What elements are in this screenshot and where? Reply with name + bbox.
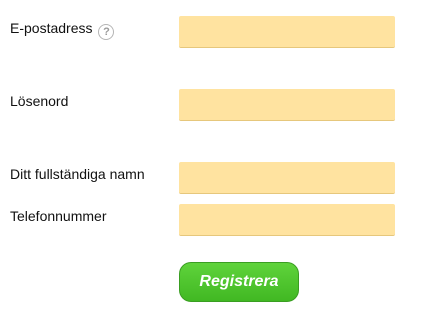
email-row-label: E-postadress? (10, 20, 115, 40)
full-name-field[interactable] (179, 162, 395, 194)
password-label: Lösenord (10, 93, 69, 109)
email-field[interactable] (179, 16, 395, 48)
register-button[interactable]: Registrera (179, 262, 299, 302)
full-name-label: Ditt fullständiga namn (10, 166, 145, 182)
password-field[interactable] (179, 89, 395, 121)
phone-field[interactable] (179, 204, 395, 236)
help-icon[interactable]: ? (98, 24, 115, 40)
email-label: E-postadress (10, 20, 93, 36)
phone-label: Telefonnummer (10, 208, 107, 224)
registration-form: E-postadress? Lösenord Ditt fullständiga… (0, 0, 438, 320)
